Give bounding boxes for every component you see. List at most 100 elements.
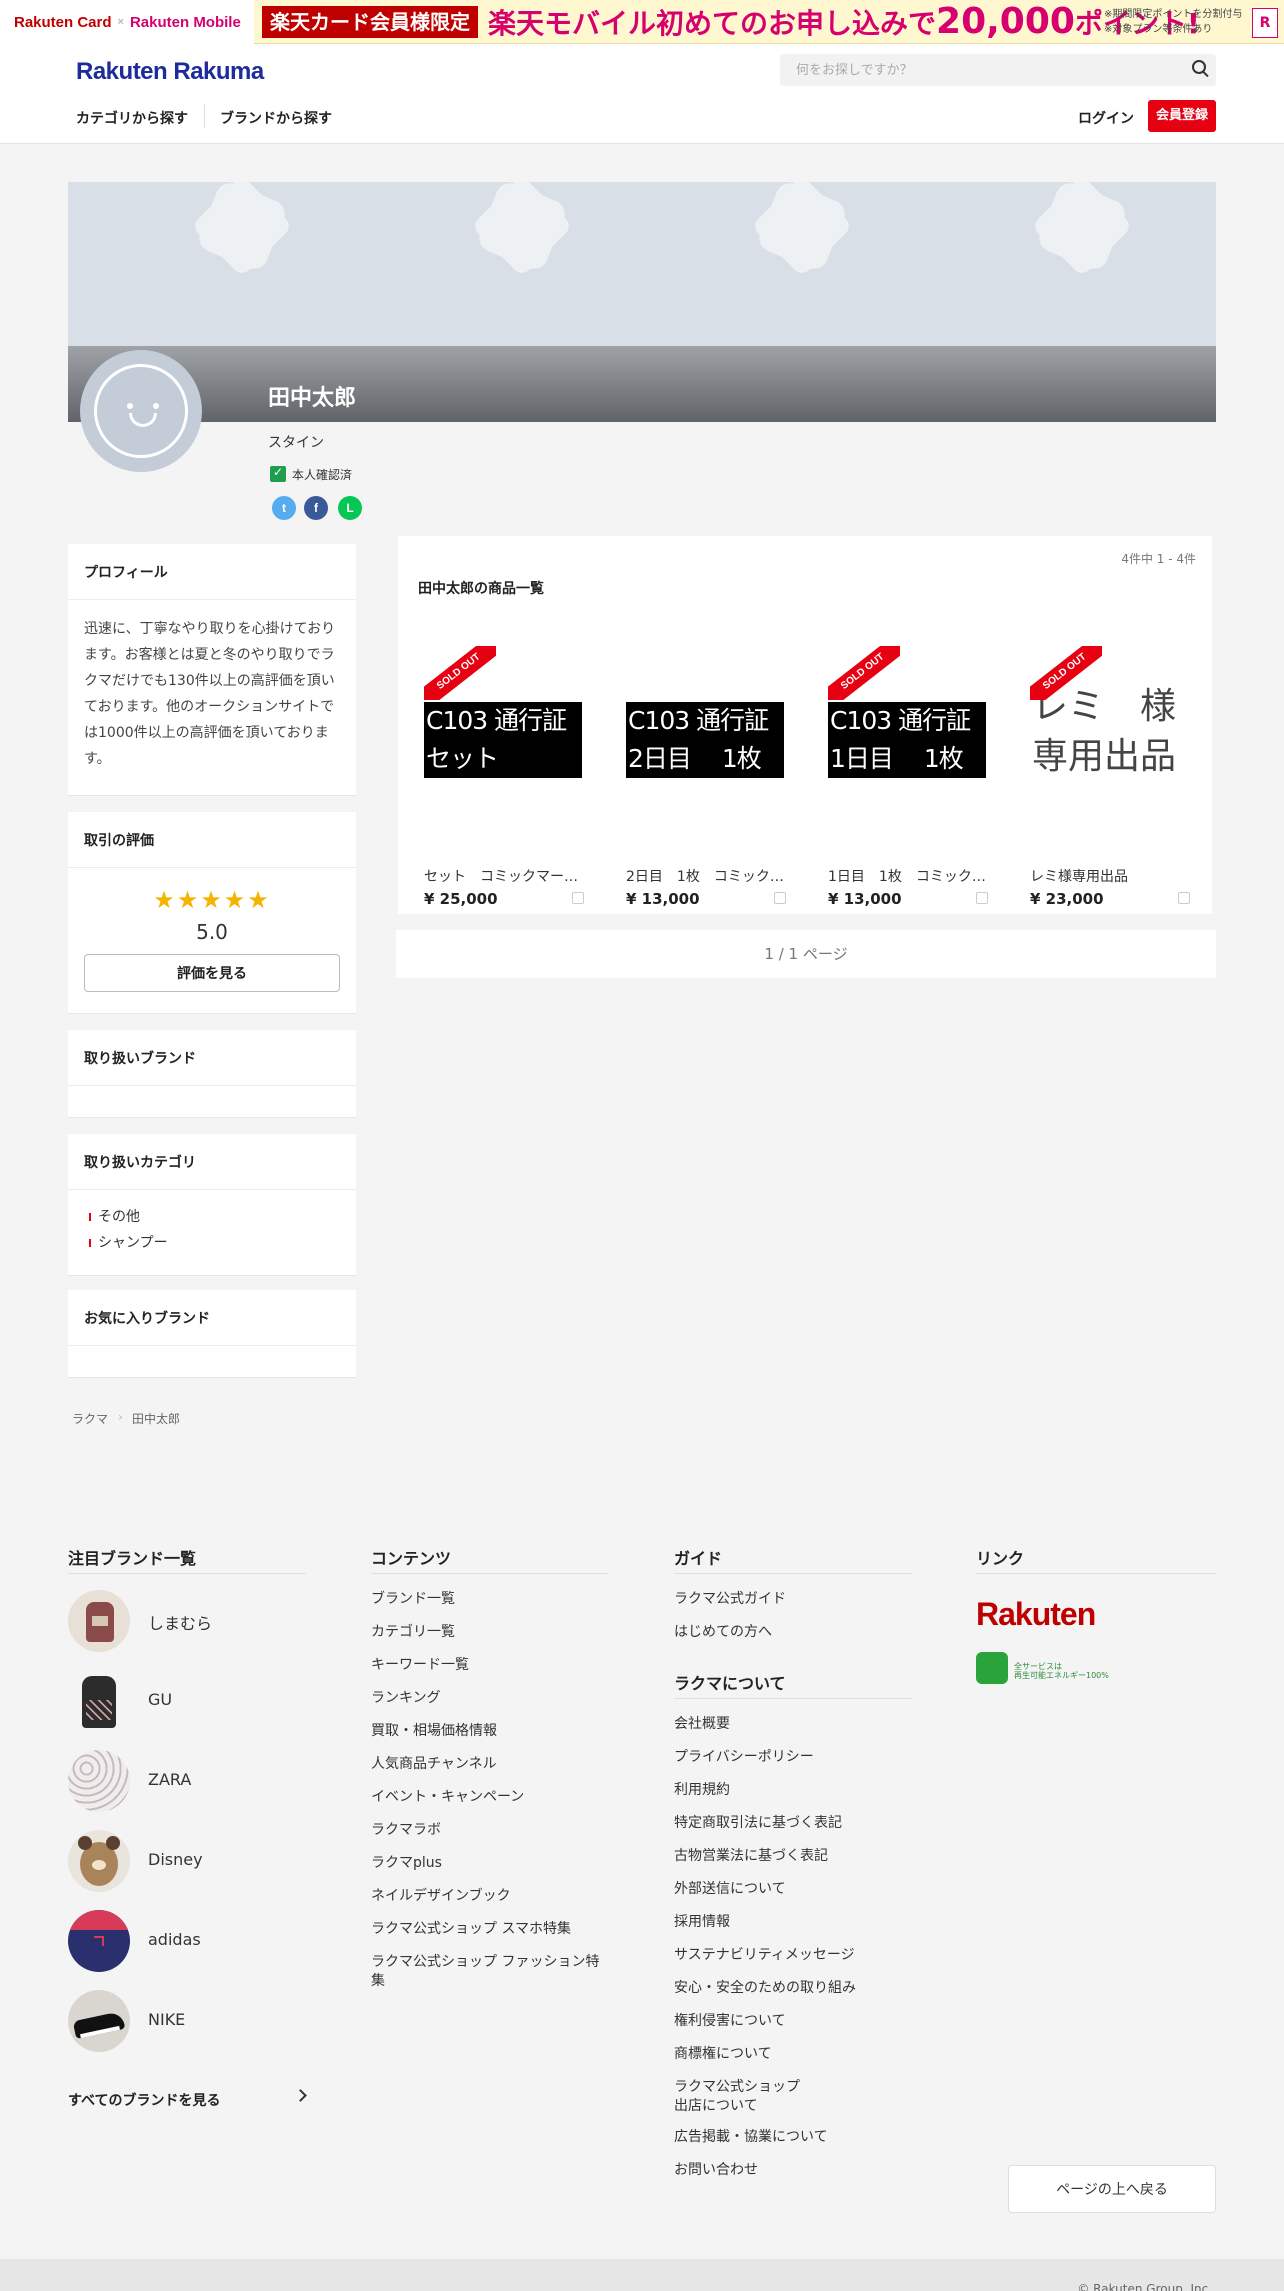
brand-item[interactable]: NIKE bbox=[68, 1990, 308, 2052]
footer-link[interactable]: カテゴリ一覧 bbox=[371, 1623, 455, 1642]
brand-item[interactable]: Disney bbox=[68, 1830, 308, 1892]
footer-link[interactable]: 安心・安全のための取り組み bbox=[674, 1979, 856, 1998]
rakuten-logo[interactable]: Rakuten bbox=[976, 1596, 1096, 1633]
sold-out-ribbon: SOLD OUT bbox=[424, 646, 496, 700]
footer-link[interactable]: サステナビリティメッセージ bbox=[674, 1946, 855, 1965]
footer-link[interactable]: キーワード一覧 bbox=[371, 1656, 469, 1675]
user-avatar bbox=[80, 350, 202, 472]
brand-image-bear-icon bbox=[68, 1830, 130, 1892]
nav-category-link[interactable]: カテゴリから探す bbox=[76, 108, 188, 128]
promo-tag: 楽天カード会員様限定 bbox=[262, 6, 478, 38]
pagination: 1 / 1 ページ bbox=[396, 930, 1216, 978]
fav-brands-card: お気に入りブランド bbox=[68, 1290, 356, 1378]
footer-link[interactable]: 外部送信について bbox=[674, 1880, 786, 1899]
promo-banner[interactable]: Rakuten Card × Rakuten Mobile 楽天カード会員様限定… bbox=[0, 0, 1284, 44]
footer-link[interactable]: 古物営業法に基づく表記 bbox=[674, 1847, 828, 1866]
rating-stars-icon: ★★★★★ bbox=[153, 886, 271, 914]
promo-card-logos: Rakuten Card × Rakuten Mobile bbox=[0, 0, 254, 44]
brand-name[interactable]: しまむら bbox=[148, 1610, 212, 1634]
brand-item[interactable]: しまむら bbox=[68, 1590, 308, 1652]
footer-link[interactable]: はじめての方へ bbox=[674, 1623, 772, 1642]
register-button[interactable]: 会員登録 bbox=[1148, 100, 1216, 132]
item-thumbnail[interactable]: C103 通行証 セット SOLD OUT bbox=[418, 646, 598, 826]
facebook-icon[interactable]: f bbox=[304, 496, 328, 520]
favorite-icon[interactable] bbox=[1178, 892, 1190, 904]
item-name[interactable]: レミ様専用出品 bbox=[1030, 866, 1190, 886]
footer-link[interactable]: ラクマ公式ショップ スマホ特集 bbox=[371, 1920, 571, 1939]
footer-link[interactable]: ランキング bbox=[371, 1689, 441, 1708]
rating-card: 取引の評価 ★★★★★ 5.0 評価を見る bbox=[68, 812, 356, 1014]
footer-link[interactable]: イベント・キャンペーン bbox=[371, 1788, 524, 1807]
footer-link[interactable]: ブランド一覧 bbox=[371, 1590, 455, 1609]
rakuten-mobile-logo: Rakuten Mobile bbox=[129, 13, 241, 31]
line-icon[interactable]: L bbox=[338, 496, 362, 520]
item-name[interactable]: セット コミックマーケット bbox=[424, 866, 584, 886]
brand-name[interactable]: GU bbox=[148, 1690, 172, 1709]
brand-item[interactable]: GU bbox=[68, 1670, 308, 1732]
footer-link[interactable]: お問い合わせ bbox=[674, 2161, 758, 2180]
footer-link[interactable]: ラクマ公式ガイド bbox=[674, 1590, 786, 1609]
category-item[interactable]: シャンプー bbox=[68, 1230, 356, 1256]
footer-link[interactable]: 採用情報 bbox=[674, 1913, 730, 1932]
footer-link[interactable]: ラクマplus bbox=[371, 1854, 442, 1873]
brand-name[interactable]: ZARA bbox=[148, 1770, 191, 1789]
item-thumbnail[interactable]: C103 通行証 1日目 1枚 SOLD OUT bbox=[822, 646, 1002, 826]
brand-name[interactable]: NIKE bbox=[148, 2010, 185, 2029]
footer-link[interactable]: 権利侵害について bbox=[674, 2012, 786, 2031]
nav-divider bbox=[204, 104, 205, 128]
item-name[interactable]: 2日目 1枚 コミックマーケット bbox=[626, 866, 786, 886]
sold-out-label: SOLD OUT bbox=[828, 646, 900, 700]
footer-link[interactable]: ラクマ公式ショップ ファッション特集 bbox=[371, 1953, 606, 1991]
footer-link[interactable]: 商標権について bbox=[674, 2045, 772, 2064]
footer-guide-title: ガイド bbox=[674, 1549, 723, 1568]
brand-item[interactable]: ZARA bbox=[68, 1750, 308, 1812]
green-energy-text-2: 再生可能エネルギー100% bbox=[1014, 1671, 1109, 1680]
view-reviews-button[interactable]: 評価を見る bbox=[84, 954, 340, 992]
search-input[interactable] bbox=[780, 54, 1216, 86]
footer-link[interactable]: ラクマラボ bbox=[371, 1821, 441, 1840]
footer-link[interactable]: 会社概要 bbox=[674, 1715, 730, 1734]
footer-link[interactable]: 買取・相場価格情報 bbox=[371, 1722, 497, 1741]
brand-name[interactable]: Disney bbox=[148, 1850, 203, 1869]
avatar-face-icon bbox=[94, 364, 188, 458]
all-brands-link[interactable]: すべてのブランドを見る bbox=[68, 2090, 220, 2110]
footer-divider bbox=[674, 1573, 912, 1574]
item-thumb-label: C103 通行証 1日目 1枚 bbox=[828, 702, 986, 778]
footer-link[interactable]: ネイルデザインブック bbox=[371, 1887, 511, 1906]
cover-flower-decoration bbox=[1046, 190, 1118, 262]
favorite-icon[interactable] bbox=[774, 892, 786, 904]
rakuma-logo[interactable]: Rakuten Rakuma bbox=[76, 58, 264, 86]
footer-link[interactable]: プライバシーポリシー bbox=[674, 1748, 814, 1767]
item-name[interactable]: 1日目 1枚 コミックマーケット bbox=[828, 866, 988, 886]
item-thumbnail[interactable]: C103 通行証 2日目 1枚 bbox=[620, 646, 800, 826]
rating-title: 取引の評価 bbox=[68, 812, 356, 868]
category-item[interactable]: その他 bbox=[68, 1204, 356, 1230]
brand-item[interactable]: adidas bbox=[68, 1910, 308, 1972]
green-energy-leaf-icon[interactable] bbox=[976, 1652, 1008, 1684]
brand-name[interactable]: adidas bbox=[148, 1930, 201, 1949]
nav-brand-link[interactable]: ブランドから探す bbox=[220, 108, 332, 128]
footer-divider bbox=[976, 1573, 1216, 1574]
user-subtitle: スタイン bbox=[268, 435, 324, 451]
login-link[interactable]: ログイン bbox=[1078, 108, 1134, 128]
chevron-right-icon[interactable] bbox=[294, 2089, 307, 2102]
brand-image-pattern-dress-icon bbox=[68, 1750, 130, 1812]
breadcrumb-current: 田中太郎 bbox=[132, 1412, 181, 1426]
back-to-top-button[interactable]: ページの上へ戻る bbox=[1008, 2165, 1216, 2213]
promo-notes: ※期間限定ポイントを分割付与 ※対象プラン等条件あり bbox=[1104, 7, 1242, 37]
footer-link[interactable]: 人気商品チャンネル bbox=[371, 1755, 497, 1774]
profile-card: プロフィール 迅速に、丁寧なやり取りを心掛けております。お客様とは夏と冬のやり取… bbox=[68, 544, 356, 796]
footer-link[interactable]: 利用規約 bbox=[674, 1781, 730, 1800]
favorite-icon[interactable] bbox=[572, 892, 584, 904]
breadcrumb-home[interactable]: ラクマ bbox=[72, 1410, 108, 1427]
twitter-icon[interactable]: t bbox=[272, 496, 296, 520]
site-header: Rakuten Rakuma カテゴリから探す ブランドから探す ログイン 会員… bbox=[0, 44, 1284, 144]
promo-note-2: ※対象プラン等条件あり bbox=[1104, 24, 1213, 35]
footer-link[interactable]: 特定商取引法に基づく表記 bbox=[674, 1814, 842, 1833]
footer-link[interactable]: 広告掲載・協業について bbox=[674, 2128, 828, 2147]
breadcrumb-separator: › bbox=[118, 1410, 123, 1424]
footer-link[interactable]: ラクマ公式ショップ 出店について bbox=[674, 2078, 800, 2116]
item-thumbnail[interactable]: レミ 様 専用出品 SOLD OUT bbox=[1024, 646, 1204, 826]
search-icon[interactable] bbox=[1192, 60, 1206, 74]
favorite-icon[interactable] bbox=[976, 892, 988, 904]
